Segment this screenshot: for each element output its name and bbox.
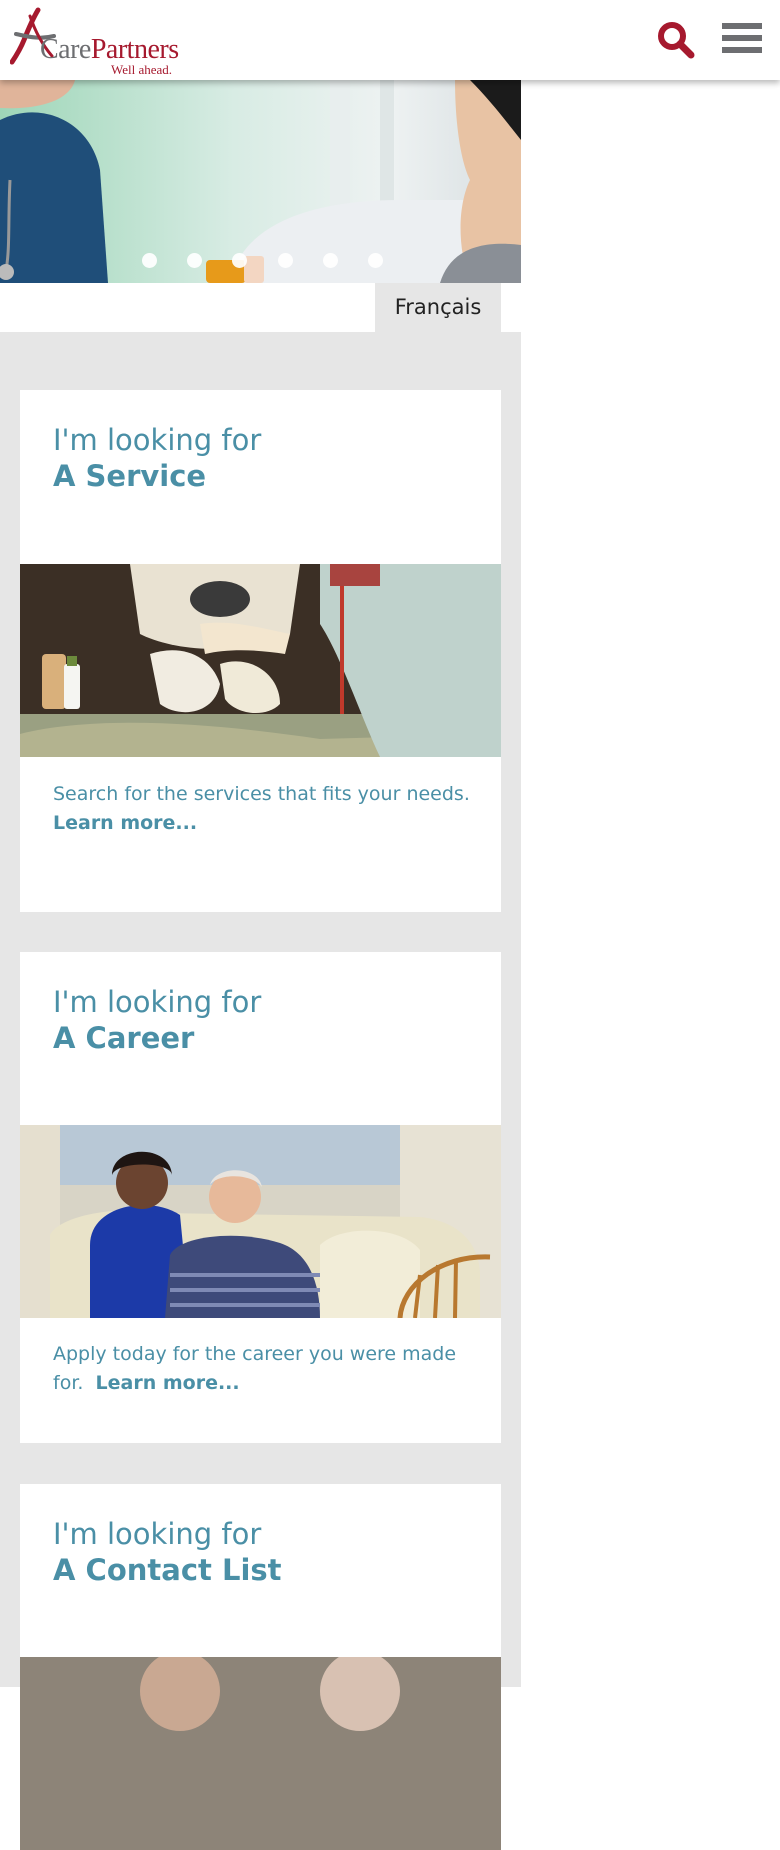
carousel-dot-active[interactable] (232, 253, 247, 268)
card-description-text: Search for the services that fits your n… (53, 783, 470, 805)
search-icon (658, 22, 695, 59)
card-heading: I'm looking for A Career (53, 984, 261, 1056)
logo-tagline: Well ahead. (111, 62, 173, 77)
wound-care-photo (20, 564, 501, 757)
contact-list-card[interactable]: I'm looking for A Contact List (20, 1484, 501, 1850)
card-heading-prefix: I'm looking for (53, 1517, 262, 1551)
contact-list-card-image (20, 1657, 501, 1850)
language-bar: Français (0, 283, 521, 332)
card-description: Apply today for the career you were made… (53, 1340, 473, 1398)
site-header: CarePartners Well ahead. (0, 0, 780, 80)
service-card[interactable]: I'm looking for A Service Search for the… (20, 390, 501, 912)
carousel-dot[interactable] (278, 253, 293, 268)
card-heading: I'm looking for A Contact List (53, 1516, 282, 1588)
career-card[interactable]: I'm looking for A Career Apply today for… (20, 952, 501, 1443)
carepartners-logo[interactable]: CarePartners Well ahead. (10, 6, 200, 77)
card-heading-prefix: I'm looking for (53, 985, 262, 1019)
hamburger-menu-icon (722, 23, 762, 29)
carousel-dot[interactable] (187, 253, 202, 268)
search-button[interactable] (656, 20, 696, 60)
learn-more-link[interactable]: Learn more... (53, 809, 473, 838)
service-card-image (20, 564, 501, 757)
language-toggle-button[interactable]: Français (375, 283, 501, 332)
card-heading-title: A Career (53, 1021, 195, 1055)
looking-for-section: I'm looking for A Service Search for the… (0, 332, 521, 1850)
card-heading-title: A Contact List (53, 1553, 282, 1587)
carousel-indicators (0, 253, 521, 269)
card-heading-prefix: I'm looking for (53, 423, 262, 457)
learn-more-link[interactable]: Learn more... (96, 1372, 240, 1394)
career-card-image (20, 1125, 501, 1318)
contact-photo (20, 1657, 501, 1850)
card-description: Search for the services that fits your n… (53, 780, 473, 838)
carousel-dot[interactable] (142, 253, 157, 268)
hero-carousel[interactable] (0, 80, 521, 283)
card-heading: I'm looking for A Service (53, 422, 261, 494)
caregiver-and-senior-photo (20, 1125, 501, 1318)
card-heading-title: A Service (53, 459, 207, 493)
carousel-dot[interactable] (323, 253, 338, 268)
menu-button[interactable] (722, 23, 762, 57)
carousel-dot[interactable] (368, 253, 383, 268)
